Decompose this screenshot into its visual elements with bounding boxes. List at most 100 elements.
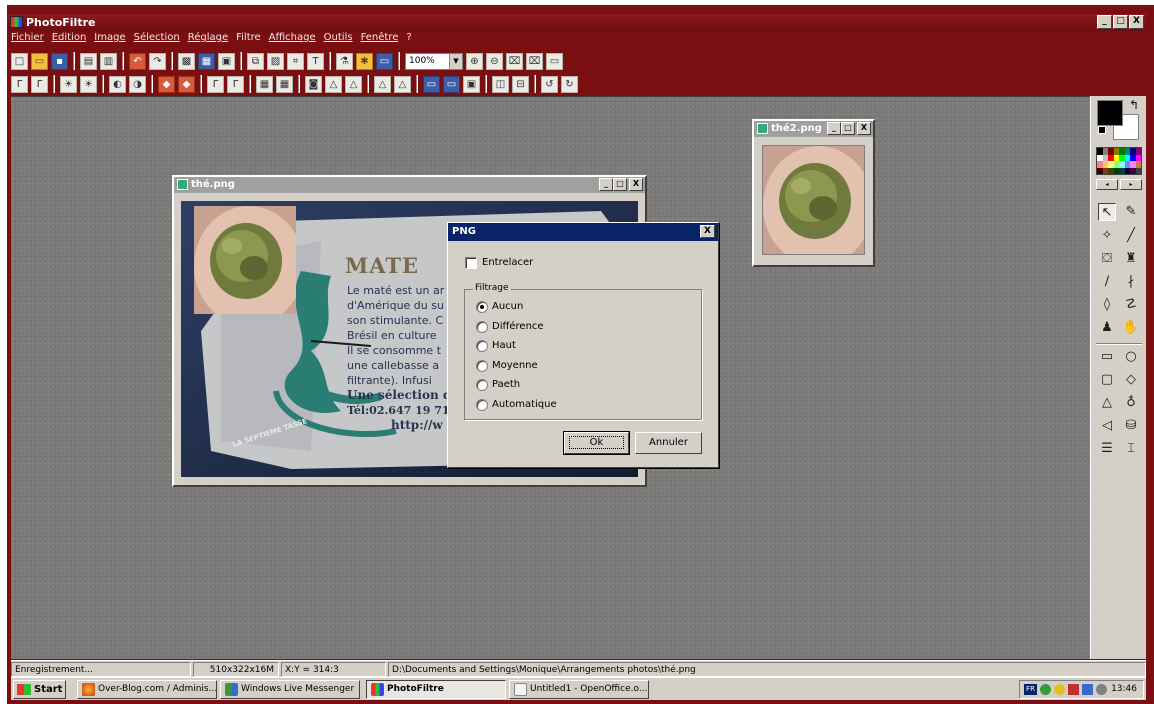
redo-icon[interactable]: ↷ xyxy=(149,52,166,70)
radio-haut[interactable] xyxy=(476,340,488,352)
doc-close-button[interactable]: X xyxy=(857,122,871,135)
brightness-minus-icon[interactable]: ☀ xyxy=(60,75,77,93)
color-palette-grid[interactable] xyxy=(1096,147,1142,175)
radio-haut-label[interactable]: Haut xyxy=(492,340,516,351)
saturation-minus-icon[interactable]: ◆ xyxy=(158,75,175,93)
mosaic-icon[interactable]: ▦ xyxy=(276,75,293,93)
zoom-in-icon[interactable]: ⊕ xyxy=(466,52,483,70)
saturation-plus-icon[interactable]: ◆ xyxy=(178,75,195,93)
zoom-out-icon[interactable]: ⊖ xyxy=(486,52,503,70)
pasted-selection[interactable] xyxy=(194,206,296,314)
brush-tool-icon[interactable]: ∕ xyxy=(1098,273,1116,291)
radio-aucun[interactable] xyxy=(476,301,488,313)
menu-outils[interactable]: Outils xyxy=(324,32,353,49)
menu-fichier[interactable]: Fichier xyxy=(11,32,44,49)
radio-moyenne[interactable] xyxy=(476,360,488,372)
radio-paeth[interactable] xyxy=(476,379,488,391)
actual-size-icon[interactable]: ⌧ xyxy=(526,52,543,70)
magic-wand-tool-icon[interactable]: ✧ xyxy=(1098,227,1116,245)
triangle-select-icon[interactable]: △ xyxy=(1098,394,1116,412)
drop-plus-icon[interactable]: △ xyxy=(394,75,411,93)
filter-icon[interactable]: ⚗ xyxy=(336,52,353,70)
grayscale-icon[interactable]: ▩ xyxy=(178,52,195,70)
reset-colors-icon[interactable] xyxy=(1098,126,1106,134)
rotate-right-icon[interactable]: ↻ xyxy=(561,75,578,93)
ellipse-select-icon[interactable]: ○ xyxy=(1122,348,1140,366)
save-icon[interactable]: ▪ xyxy=(51,52,68,70)
copy-icon[interactable]: ⧉ xyxy=(247,52,264,70)
load-shape-icon[interactable]: ⛁ xyxy=(1122,417,1140,435)
radio-moyenne-label[interactable]: Moyenne xyxy=(492,360,538,371)
contrast-plus-icon[interactable]: ◑ xyxy=(129,75,146,93)
task-over-blog[interactable]: Over-Blog.com / Adminis... xyxy=(77,680,217,699)
stamp-tool-icon[interactable]: ♟ xyxy=(1098,319,1116,337)
update-tray-icon[interactable] xyxy=(1096,684,1107,695)
fullscreen-icon[interactable]: ▭ xyxy=(546,52,563,70)
doc-maximize-button[interactable]: □ xyxy=(613,178,627,191)
crop-icon[interactable]: ⌗ xyxy=(287,52,304,70)
menu-edition[interactable]: Edition xyxy=(52,32,87,49)
smudge-tool-icon[interactable]: ☡ xyxy=(1122,296,1140,314)
new-file-icon[interactable]: □ xyxy=(11,52,28,70)
text-icon[interactable]: T xyxy=(307,52,324,70)
contrast-minus-icon[interactable]: ◐ xyxy=(109,75,126,93)
doc-minimize-button[interactable]: _ xyxy=(599,178,613,191)
scan-icon[interactable]: ▥ xyxy=(100,52,117,70)
menu-fenetre[interactable]: Fenêtre xyxy=(361,32,399,49)
rounded-rect-select-icon[interactable]: ▢ xyxy=(1098,371,1116,389)
spray-tool-icon[interactable]: ♜ xyxy=(1122,250,1140,268)
screen-icon[interactable]: ▭ xyxy=(376,52,393,70)
advanced-brush-tool-icon[interactable]: ∤ xyxy=(1122,273,1140,291)
grid-icon[interactable]: ▦ xyxy=(256,75,273,93)
radio-automatique-label[interactable]: Automatique xyxy=(492,399,557,410)
auto-contrast-icon[interactable]: Γ xyxy=(31,75,48,93)
undo-icon[interactable]: ↶ xyxy=(129,52,146,70)
flip-vertical-icon[interactable]: ⊟ xyxy=(512,75,529,93)
swap-colors-icon[interactable]: ↰ xyxy=(1129,98,1139,112)
task-openoffice[interactable]: Untitled1 - OpenOffice.o... xyxy=(509,680,649,699)
text-selection-icon[interactable]: ⌶ xyxy=(1122,440,1140,458)
sharpen-icon[interactable]: △ xyxy=(325,75,342,93)
auto-levels-icon[interactable]: Γ xyxy=(11,75,28,93)
dialog-title-bar[interactable]: PNG X xyxy=(448,223,718,241)
diamond-select-icon[interactable]: ◇ xyxy=(1122,371,1140,389)
image-size-icon[interactable]: ▭ xyxy=(423,75,440,93)
task-photofiltre[interactable]: PhotoFiltre xyxy=(366,680,506,699)
blur-drop-tool-icon[interactable]: ◊ xyxy=(1098,296,1116,314)
menu-reglage[interactable]: Réglage xyxy=(188,32,228,49)
print-icon[interactable]: ▤ xyxy=(80,52,97,70)
maximize-button[interactable]: □ xyxy=(1113,15,1128,29)
close-button[interactable]: X xyxy=(1129,15,1144,29)
doc-close-button[interactable]: X xyxy=(629,178,643,191)
pointer-tool-icon[interactable]: ↖ xyxy=(1098,203,1116,221)
ok-button[interactable]: Ok xyxy=(563,431,630,455)
radio-aucun-label[interactable]: Aucun xyxy=(492,301,523,312)
image-canvas[interactable] xyxy=(762,145,865,255)
rotate-left-icon[interactable]: ↺ xyxy=(541,75,558,93)
selection-mode-icon[interactable]: ☰ xyxy=(1098,440,1116,458)
doc-minimize-button[interactable]: _ xyxy=(827,122,841,135)
radio-difference[interactable] xyxy=(476,321,488,333)
zoom-select[interactable]: 100% ▼ xyxy=(405,52,463,70)
paste-icon[interactable]: ▨ xyxy=(267,52,284,70)
drop-icon[interactable]: △ xyxy=(374,75,391,93)
gamma-minus-icon[interactable]: Γ xyxy=(207,75,224,93)
document-title-bar[interactable]: thé.png _ □ X xyxy=(174,177,645,193)
chevron-down-icon[interactable]: ▼ xyxy=(449,53,462,69)
menu-image[interactable]: Image xyxy=(94,32,125,49)
start-button[interactable]: Start xyxy=(13,680,66,699)
menu-selection[interactable]: Sélection xyxy=(134,32,180,49)
document-title-bar[interactable]: thé2.png _ □ X xyxy=(754,121,873,137)
line-tool-icon[interactable]: ╱ xyxy=(1122,227,1140,245)
rectangle-select-icon[interactable]: ▭ xyxy=(1098,348,1116,366)
colors-icon[interactable]: ▦ xyxy=(198,52,215,70)
palette-prev-icon[interactable]: ◂ xyxy=(1096,179,1118,190)
png-options-dialog[interactable]: PNG X Entrelacer Filtrage Aucun Différen… xyxy=(447,222,719,468)
polygon-select-icon[interactable]: ◁ xyxy=(1098,417,1116,435)
gamma-plus-icon[interactable]: Γ xyxy=(227,75,244,93)
dialog-close-button[interactable]: X xyxy=(700,225,715,238)
sharpen-more-icon[interactable]: △ xyxy=(345,75,362,93)
radio-difference-label[interactable]: Différence xyxy=(492,321,544,332)
flip-horizontal-icon[interactable]: ◫ xyxy=(492,75,509,93)
menu-filtre[interactable]: Filtre xyxy=(236,32,261,49)
